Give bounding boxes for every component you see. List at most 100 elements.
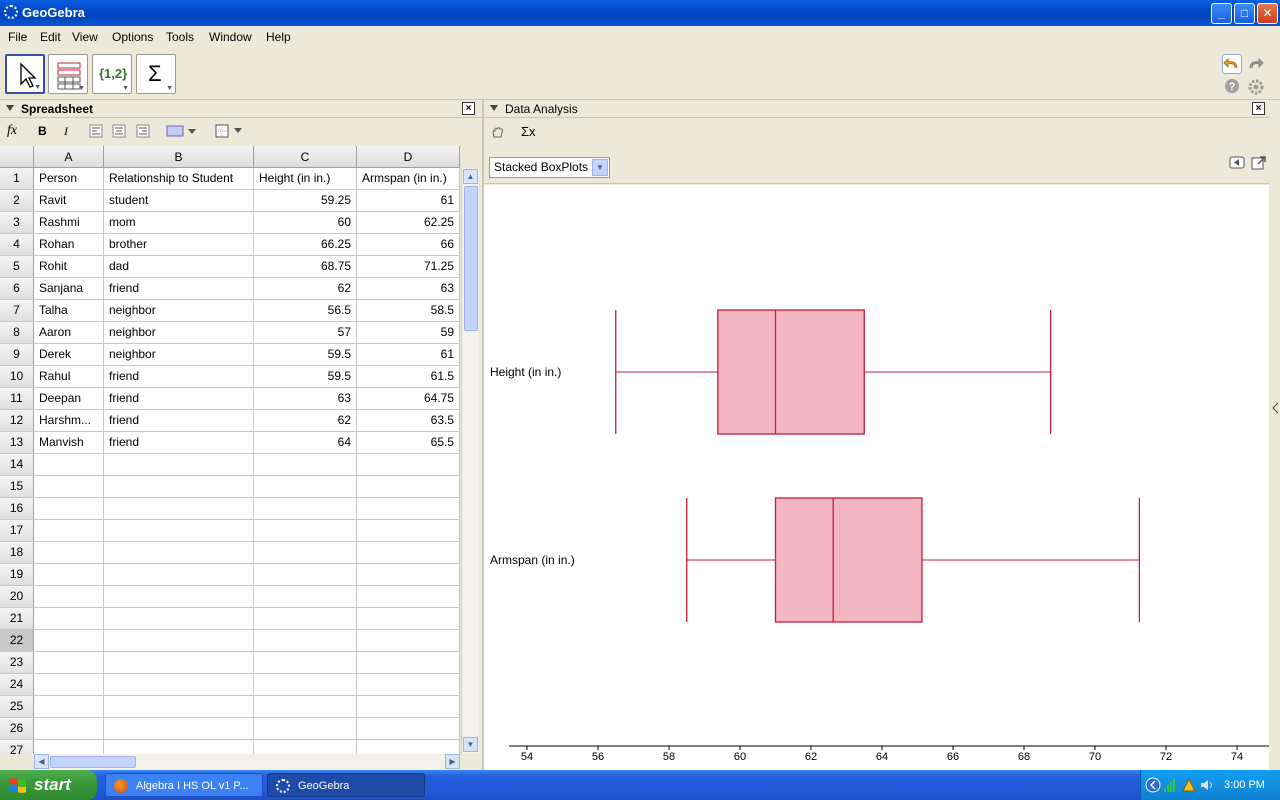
table-cell[interactable]: Relationship to Student — [104, 168, 254, 189]
table-cell[interactable] — [34, 652, 104, 673]
vertical-scroll-thumb[interactable] — [464, 186, 478, 331]
formula-icon[interactable]: fx — [7, 123, 17, 139]
start-button[interactable]: start — [0, 770, 97, 800]
table-cell[interactable]: 61 — [357, 190, 460, 211]
table-cell[interactable] — [254, 608, 357, 629]
table-cell[interactable] — [357, 476, 460, 497]
table-cell[interactable] — [34, 476, 104, 497]
menu-file[interactable]: File — [8, 30, 27, 44]
row-header[interactable]: 11 — [0, 388, 34, 409]
table-cell[interactable]: neighbor — [104, 322, 254, 343]
table-cell[interactable] — [254, 630, 357, 651]
list-tool-button[interactable]: {1,2} ▼ — [92, 54, 132, 94]
table-cell[interactable]: 59.25 — [254, 190, 357, 211]
column-header-d[interactable]: D — [357, 146, 460, 168]
export-icon[interactable] — [1251, 155, 1267, 171]
menu-edit[interactable]: Edit — [40, 30, 61, 44]
table-cell[interactable] — [357, 586, 460, 607]
row-header[interactable]: 10 — [0, 366, 34, 387]
table-cell[interactable] — [104, 718, 254, 739]
table-cell[interactable] — [254, 652, 357, 673]
close-spreadsheet-button[interactable]: × — [462, 102, 475, 115]
table-cell[interactable] — [104, 454, 254, 475]
table-cell[interactable] — [34, 696, 104, 717]
row-header[interactable]: 2 — [0, 190, 34, 211]
table-cell[interactable] — [357, 454, 460, 475]
table-cell[interactable] — [357, 674, 460, 695]
spreadsheet-horizontal-scrollbar[interactable]: ◀ ▶ — [34, 754, 460, 770]
taskbar-item-browser[interactable]: Algebra I HS OL v1 P... — [105, 773, 263, 797]
table-cell[interactable]: Rahul — [34, 366, 104, 387]
table-cell[interactable] — [104, 608, 254, 629]
table-cell[interactable]: 61 — [357, 344, 460, 365]
table-cell[interactable]: Harshm... — [34, 410, 104, 431]
table-cell[interactable]: 66.25 — [254, 234, 357, 255]
show-hidden-icons-button[interactable] — [1145, 777, 1161, 793]
table-cell[interactable]: 60 — [254, 212, 357, 233]
border-style-icon[interactable] — [215, 124, 245, 138]
row-header[interactable]: 14 — [0, 454, 34, 475]
table-cell[interactable] — [104, 652, 254, 673]
menu-options[interactable]: Options — [112, 30, 153, 44]
plot-type-dropdown[interactable]: Stacked BoxPlots ▼ — [489, 157, 610, 178]
table-cell[interactable]: 62 — [254, 410, 357, 431]
close-data-analysis-button[interactable]: × — [1252, 102, 1265, 115]
table-cell[interactable] — [357, 740, 460, 754]
row-header[interactable]: 7 — [0, 300, 34, 321]
row-header[interactable]: 25 — [0, 696, 34, 717]
row-header[interactable]: 12 — [0, 410, 34, 431]
scroll-down-button[interactable]: ▼ — [463, 737, 478, 752]
spreadsheet-grid[interactable]: A B C D 1 Person Relationship to Student He… — [0, 146, 460, 754]
table-cell[interactable] — [254, 586, 357, 607]
table-cell[interactable]: Derek — [34, 344, 104, 365]
table-cell[interactable] — [357, 564, 460, 585]
sum-tool-button[interactable]: Σ ▼ — [136, 54, 176, 94]
table-cell[interactable] — [357, 696, 460, 717]
row-header[interactable]: 19 — [0, 564, 34, 585]
row-header[interactable]: 26 — [0, 718, 34, 739]
expand-sidebar-icon[interactable] — [1272, 402, 1279, 414]
table-cell[interactable] — [357, 608, 460, 629]
table-cell[interactable] — [254, 498, 357, 519]
table-cell[interactable] — [254, 674, 357, 695]
table-cell[interactable]: Rohan — [34, 234, 104, 255]
signal-strength-icon[interactable] — [1163, 777, 1179, 793]
scroll-left-button[interactable]: ◀ — [34, 754, 49, 769]
maximize-button[interactable]: □ — [1234, 3, 1255, 24]
table-cell[interactable] — [34, 564, 104, 585]
table-cell[interactable] — [254, 520, 357, 541]
table-cell[interactable]: 56.5 — [254, 300, 357, 321]
row-header[interactable]: 4 — [0, 234, 34, 255]
row-header[interactable]: 6 — [0, 278, 34, 299]
table-cell[interactable]: 62 — [254, 278, 357, 299]
table-cell[interactable]: Manvish — [34, 432, 104, 453]
gear-icon[interactable] — [1247, 78, 1265, 96]
row-header[interactable]: 20 — [0, 586, 34, 607]
table-cell[interactable] — [104, 476, 254, 497]
menu-window[interactable]: Window — [209, 30, 252, 44]
row-header[interactable]: 22 — [0, 630, 34, 651]
table-cell[interactable] — [34, 454, 104, 475]
table-cell[interactable] — [357, 542, 460, 563]
table-cell[interactable] — [34, 674, 104, 695]
table-cell[interactable]: Armspan (in in.) — [357, 168, 460, 189]
table-cell[interactable] — [104, 564, 254, 585]
options-toggle-icon[interactable] — [1229, 156, 1245, 170]
table-cell[interactable] — [357, 718, 460, 739]
table-cell[interactable] — [104, 740, 254, 754]
collapse-arrow-icon[interactable] — [490, 105, 498, 111]
table-cell[interactable] — [34, 498, 104, 519]
table-cell[interactable] — [104, 498, 254, 519]
row-header[interactable]: 23 — [0, 652, 34, 673]
menu-tools[interactable]: Tools — [166, 30, 194, 44]
row-header[interactable]: 1 — [0, 168, 34, 189]
table-cell[interactable]: friend — [104, 278, 254, 299]
table-cell[interactable] — [254, 476, 357, 497]
align-right-icon[interactable] — [136, 124, 150, 138]
boxplot-chart-area[interactable]: Height (in in.) Armspan (in in.) 54 56 58 60 6… — [484, 185, 1269, 770]
table-cell[interactable]: Aaron — [34, 322, 104, 343]
table-cell[interactable]: friend — [104, 432, 254, 453]
table-cell[interactable]: 63 — [254, 388, 357, 409]
table-cell[interactable]: 58.5 — [357, 300, 460, 321]
menu-help[interactable]: Help — [266, 30, 291, 44]
